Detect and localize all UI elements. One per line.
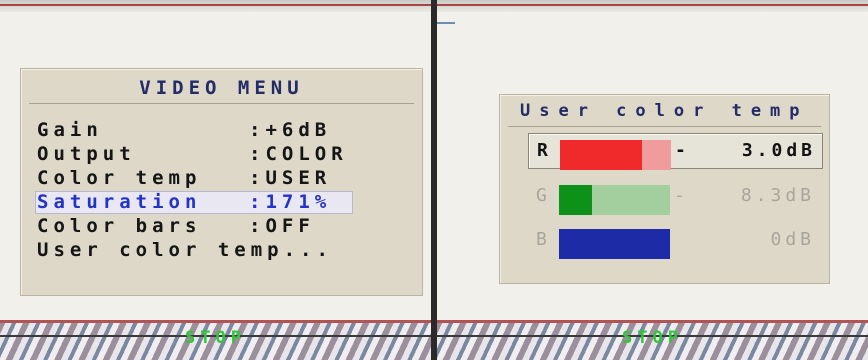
video-menu-panel: VIDEO MENU Gain:+6dB Output:COLOR Color te… [20, 68, 423, 296]
gain-value: 3.0dB [741, 140, 816, 161]
side-marker [437, 22, 455, 24]
menu-item-setting: +6dB [265, 119, 332, 141]
menu-item-separator: : [249, 215, 266, 237]
level-bar-fill [559, 229, 670, 259]
level-bar-fill [560, 140, 642, 170]
level-bar[interactable] [559, 185, 670, 215]
left-screen: VIDEO MENU Gain:+6dB Output:COLOR Color te… [0, 0, 431, 360]
menu-item-gain[interactable]: Gain:+6dB [37, 118, 333, 142]
color-gain-row-r[interactable]: R - 3.0dB [528, 133, 823, 170]
menu-divider [29, 103, 414, 104]
menu-item-setting: 171% [265, 191, 332, 213]
menu-item-setting: OFF [265, 215, 315, 237]
menu-item-label: Saturation [37, 191, 202, 213]
level-bar[interactable] [559, 229, 670, 259]
top-divider [0, 4, 431, 6]
menu-item-separator: : [249, 119, 266, 141]
stop-status: STOP [622, 328, 683, 348]
bottom-divider [437, 320, 868, 323]
value-sign: - [675, 140, 686, 161]
user-color-temp-title: User color temp [520, 101, 809, 121]
top-divider [437, 4, 868, 6]
video-menu-title: VIDEO MENU [139, 77, 304, 99]
menu-item-user-color-temp[interactable]: User color temp... [37, 238, 333, 262]
color-gain-row-b[interactable]: B 0dB [528, 223, 821, 259]
level-bar[interactable] [560, 140, 671, 170]
menu-item-separator: : [249, 191, 266, 213]
uct-divider [508, 126, 821, 127]
channel-label: R [537, 140, 548, 161]
menu-item-label: User color temp... [37, 239, 333, 261]
top-band [0, 0, 431, 12]
menu-item-separator: : [249, 143, 266, 165]
menu-item-label: Gain [37, 119, 103, 141]
color-gain-row-g[interactable]: G - 8.3dB [528, 179, 821, 215]
menu-item-value: :+6dB [249, 118, 331, 142]
menu-item-output[interactable]: Output:COLOR [37, 142, 343, 166]
menu-item-value: :USER [249, 166, 331, 190]
menu-item-value: :COLOR [249, 142, 348, 166]
menu-item-saturation[interactable]: Saturation:171% [35, 190, 353, 214]
menu-item-label: Color bars [37, 215, 202, 237]
menu-item-value: :171% [249, 190, 331, 214]
top-band [437, 0, 868, 12]
gain-value: 8.3dB [740, 185, 815, 206]
video-menu-list: Gain:+6dB Output:COLOR Color temp:USER Satu… [35, 118, 353, 262]
channel-label: G [536, 185, 547, 206]
bottom-divider [0, 320, 431, 323]
menu-item-label: Color temp [37, 167, 202, 189]
menu-item-separator: : [249, 167, 266, 189]
value-sign: - [674, 185, 685, 206]
menu-item-setting: COLOR [265, 143, 348, 165]
stop-status: STOP [185, 328, 246, 348]
menu-item-setting: USER [265, 167, 332, 189]
menu-item-color-bars[interactable]: Color bars:OFF [37, 214, 333, 238]
right-screen: User color temp R - 3.0dB G - 8.3dB B 0dB STOP [437, 0, 868, 360]
menu-item-color-temp[interactable]: Color temp:USER [37, 166, 333, 190]
channel-label: B [536, 229, 547, 250]
menu-item-value: :OFF [249, 214, 315, 238]
gain-value: 0dB [770, 229, 815, 250]
menu-item-label: Output [37, 143, 136, 165]
level-bar-fill [559, 185, 592, 215]
user-color-temp-panel: User color temp R - 3.0dB G - 8.3dB B 0dB [499, 94, 830, 284]
